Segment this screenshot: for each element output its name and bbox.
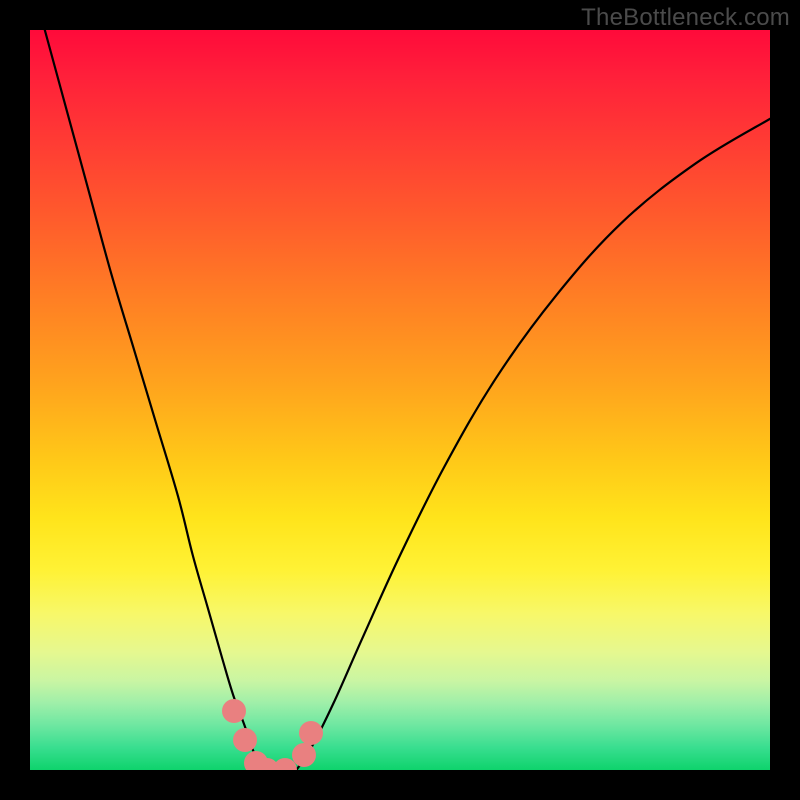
- bottleneck-curve: [30, 30, 770, 770]
- plot-area: [30, 30, 770, 770]
- highlight-marker: [299, 721, 323, 745]
- highlight-marker: [233, 728, 257, 752]
- highlight-marker: [292, 743, 316, 767]
- watermark-text: TheBottleneck.com: [581, 4, 790, 32]
- curve-left-branch: [45, 30, 267, 770]
- chart-frame: TheBottleneck.com: [0, 0, 800, 800]
- curve-right-branch: [296, 119, 770, 770]
- highlight-marker: [222, 699, 246, 723]
